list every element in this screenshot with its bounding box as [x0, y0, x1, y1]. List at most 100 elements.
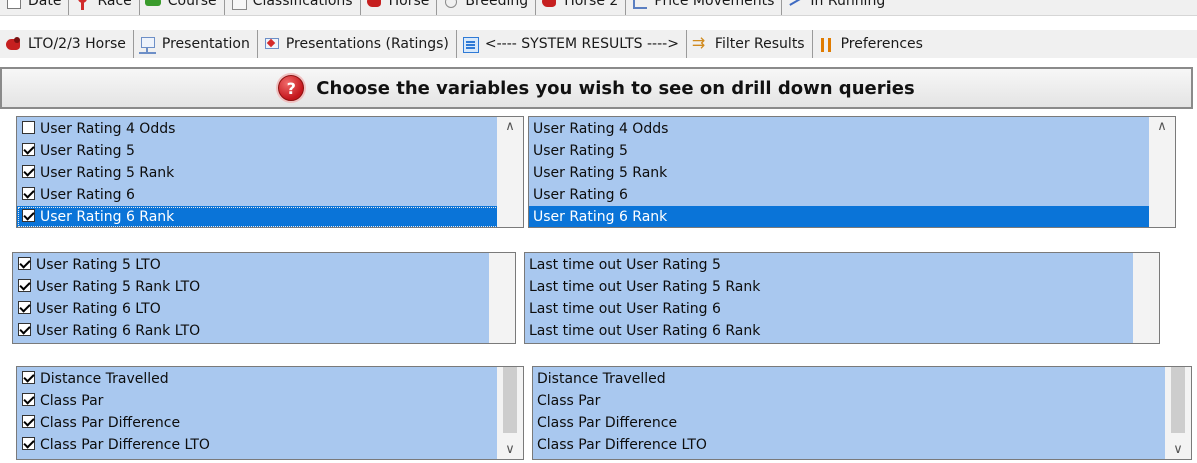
scroll-up-arrow[interactable]: ∧ [1149, 119, 1175, 134]
tab-label: In Running [810, 0, 886, 9]
checklist-item[interactable]: Distance Travelled [17, 368, 523, 390]
tab-label: Price Movements [654, 0, 775, 9]
item-label: Class Par Difference [537, 415, 678, 431]
tab-price-movements[interactable]: Price Movements [626, 0, 783, 15]
item-label: Last time out User Rating 5 Rank [529, 279, 761, 295]
vertical-scrollbar[interactable]: ∨ [497, 367, 523, 459]
list-item[interactable]: User Rating 6 [529, 184, 1175, 206]
item-label: User Rating 5 [40, 143, 135, 159]
list-item[interactable]: Class Par [533, 390, 1191, 412]
tab-classifications[interactable]: Classifications [225, 0, 361, 15]
checkbox[interactable] [18, 323, 31, 336]
variables-display-list-3[interactable]: Distance Travelled Class Par Class Par Dif… [532, 366, 1192, 460]
checkbox[interactable] [22, 165, 35, 178]
vertical-scrollbar[interactable] [489, 253, 515, 343]
checkbox[interactable] [18, 301, 31, 314]
list-item[interactable]: User Rating 6 Rank [529, 206, 1175, 227]
list-item[interactable]: Last time out User Rating 6 Rank [525, 320, 1159, 342]
tab-filter-results[interactable]: Filter Results [687, 30, 813, 58]
checklist-item[interactable]: User Rating 6 LTO [13, 298, 515, 320]
item-label: Last time out User Rating 6 Rank [529, 323, 761, 339]
checkbox[interactable] [22, 371, 35, 384]
scroll-down-arrow[interactable]: ∨ [1165, 442, 1191, 457]
checklist-item[interactable]: User Rating 6 [17, 184, 523, 206]
checkbox[interactable] [22, 187, 35, 200]
scroll-up-arrow[interactable]: ∧ [497, 119, 523, 134]
vertical-scrollbar[interactable]: ∧ [1149, 117, 1175, 227]
horse-icon [5, 36, 22, 53]
scrollbar-thumb[interactable] [503, 367, 517, 433]
checkbox[interactable] [22, 121, 35, 134]
item-label: Class Par [537, 393, 601, 409]
tab-date[interactable]: Date [0, 0, 70, 15]
tab-race[interactable]: Race [69, 0, 140, 15]
system-results-icon [462, 36, 479, 53]
tab-in-running[interactable]: In Running [782, 0, 892, 15]
section-gap [0, 228, 1197, 250]
tab-presentations-ratings[interactable]: Presentations (Ratings) [258, 30, 457, 58]
checklist-item[interactable]: User Rating 5 [17, 140, 523, 162]
checkbox[interactable] [22, 415, 35, 428]
checklist-item[interactable]: User Rating 5 LTO [13, 254, 515, 276]
item-label: Class Par Difference [40, 415, 181, 431]
list-item[interactable]: Last time out User Rating 5 [525, 254, 1159, 276]
checklist-item[interactable]: User Rating 6 Rank [17, 206, 523, 227]
section-gap [0, 344, 1197, 366]
variables-display-list-2[interactable]: Last time out User Rating 5 Last time out… [524, 252, 1160, 344]
scroll-down-arrow[interactable]: ∨ [497, 442, 523, 457]
variables-checklist-1[interactable]: User Rating 4 Odds User Rating 5 User Rati… [16, 116, 524, 228]
scrollbar-thumb[interactable] [1171, 367, 1185, 433]
tab-course[interactable]: Course [140, 0, 225, 15]
tab-system-results[interactable]: <---- SYSTEM RESULTS ----> [457, 30, 687, 58]
item-label: User Rating 5 Rank LTO [36, 279, 201, 295]
checklist-item[interactable]: User Rating 4 Odds [17, 118, 523, 140]
item-label: Class Par Difference LTO [40, 437, 210, 453]
checkbox[interactable] [22, 437, 35, 450]
checklist-item[interactable]: Class Par Difference [17, 412, 523, 434]
checklist-item[interactable]: User Rating 5 Rank [17, 162, 523, 184]
variables-display-list-1[interactable]: User Rating 4 Odds User Rating 5 User Rati… [528, 116, 1176, 228]
tab-label: Presentations (Ratings) [285, 36, 449, 52]
item-label: User Rating 5 Rank [40, 165, 175, 181]
item-label: User Rating 6 Rank [40, 209, 175, 225]
vertical-scrollbar[interactable]: ∧ [497, 117, 523, 227]
checklist-item[interactable]: User Rating 6 Rank LTO [13, 320, 515, 342]
variables-checklist-3[interactable]: Distance Travelled Class Par Class Par Dif… [16, 366, 524, 460]
list-item[interactable]: Last time out User Rating 5 Rank [525, 276, 1159, 298]
checklist-item[interactable]: User Rating 5 Rank LTO [13, 276, 515, 298]
list-item[interactable]: User Rating 5 [529, 140, 1175, 162]
help-question-icon: ? [278, 75, 305, 101]
vertical-scrollbar[interactable]: ∨ [1165, 367, 1191, 459]
list-item[interactable]: Class Par Difference [533, 412, 1191, 434]
tab-lto-2-3-horse[interactable]: LTO/2/3 Horse [0, 30, 134, 58]
checklist-item[interactable]: Class Par [17, 390, 523, 412]
checkbox[interactable] [18, 257, 31, 270]
checklist-item[interactable]: Class Par Difference LTO [17, 434, 523, 456]
checkbox[interactable] [18, 279, 31, 292]
item-label: User Rating 4 Odds [533, 121, 669, 137]
item-label: Last time out User Rating 5 [529, 257, 721, 273]
list-item[interactable]: Class Par Difference LTO [533, 434, 1191, 456]
tab-label: Filter Results [714, 36, 805, 52]
tab-preferences[interactable]: Preferences [813, 30, 930, 58]
tab-horse[interactable]: Horse [361, 0, 438, 15]
checkbox[interactable] [22, 143, 35, 156]
tab-presentation[interactable]: Presentation [134, 30, 258, 58]
list-item[interactable]: Last time out User Rating 6 [525, 298, 1159, 320]
vertical-scrollbar[interactable] [1133, 253, 1159, 343]
list-item[interactable]: User Rating 5 Rank [529, 162, 1175, 184]
list-item[interactable]: Distance Travelled [533, 368, 1191, 390]
variables-checklist-2[interactable]: User Rating 5 LTO User Rating 5 Rank LTO U… [12, 252, 516, 344]
tab-breeding[interactable]: Breeding [437, 0, 537, 15]
item-label: Last time out User Rating 6 [529, 301, 721, 317]
presentation-icon [138, 35, 156, 54]
checkbox[interactable] [22, 209, 35, 222]
list-item[interactable]: User Rating 4 Odds [529, 118, 1175, 140]
checkbox[interactable] [22, 393, 35, 406]
tab-horse-2[interactable]: Horse 2 [536, 0, 627, 15]
horse-icon [366, 0, 383, 10]
item-label: User Rating 6 [533, 187, 628, 203]
filter-icon [692, 33, 709, 53]
presentation-ratings-icon [263, 36, 280, 53]
horse-icon [541, 0, 558, 10]
